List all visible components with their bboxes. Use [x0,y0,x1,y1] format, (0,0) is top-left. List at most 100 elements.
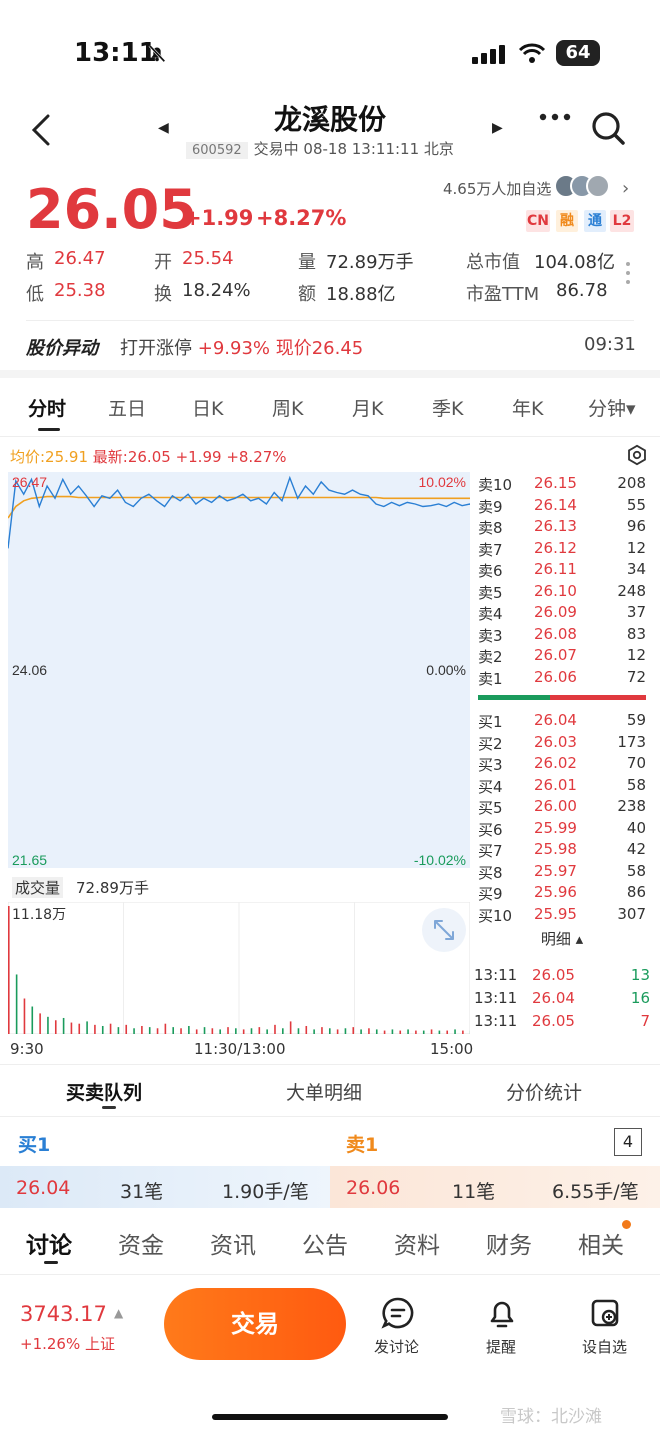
level-label: 买9 [478,885,503,903]
discuss-icon[interactable] [381,1296,415,1330]
level-price: 26.12 [534,538,577,557]
order-book-row[interactable]: 买3 26.02 70 [478,754,648,775]
chart-tab[interactable]: 分钟▾ [588,394,636,421]
badge-l2[interactable]: L2 [610,210,634,232]
queue-tab[interactable]: 买卖队列 [66,1078,142,1105]
index-value[interactable]: 3743.17 [20,1302,107,1326]
chart-info: 均价:25.91 最新:26.05 +1.99 +8.27% [10,446,287,467]
level-volume: 173 [617,732,646,751]
level-price: 26.06 [534,667,577,686]
order-book-row[interactable]: 卖7 26.12 12 [478,539,648,560]
time-label-close: 15:00 [430,1040,474,1058]
chevron-right-icon[interactable]: › [622,178,629,199]
order-book-row[interactable]: 买6 25.99 40 [478,819,648,840]
followers-count[interactable]: 4.65万人加自选 [443,178,551,199]
expand-icon[interactable] [422,908,466,952]
level-price: 26.14 [534,495,577,514]
bell-icon[interactable] [485,1296,519,1330]
order-book-row[interactable]: 卖3 26.08 83 [478,625,648,646]
chart-tab[interactable]: 季K [432,394,463,421]
index-change[interactable]: +1.26% 上证 [20,1333,115,1354]
level-price: 26.11 [534,560,577,578]
badge-connect[interactable]: 通 [584,210,606,232]
more-vertical-icon[interactable] [626,262,632,289]
order-book-row[interactable]: 买2 26.03 173 [478,733,648,754]
back-icon[interactable] [26,112,56,148]
y-axis-label: 26.47 [12,474,47,490]
level-volume: 238 [617,797,646,815]
volume-bar [172,1027,175,1034]
volume-label: 成交量 [12,877,64,898]
level-label: 卖7 [478,540,503,559]
volume-bar [462,1030,464,1034]
level-price: 26.02 [534,754,577,772]
remind-label[interactable]: 提醒 [486,1336,516,1357]
volume-bar [407,1029,409,1034]
badge-margin[interactable]: 融 [556,210,578,232]
alert-text[interactable]: 打开涨停 +9.93% 现价26.45 [120,334,363,360]
queue-count-button[interactable]: 4 [614,1128,642,1156]
follower-avatars[interactable] [554,174,610,202]
tick-price: 26.04 [532,989,575,1007]
tick-volume: 16 [630,989,650,1007]
order-book-row[interactable]: 卖6 26.11 34 [478,560,648,581]
badge-cn[interactable]: CN [526,210,550,232]
order-book-row[interactable]: 卖1 26.06 72 [478,668,648,689]
more-icon[interactable] [538,112,572,122]
next-stock-button[interactable]: ▶ [492,120,503,136]
level-price: 26.07 [534,646,577,664]
order-book-row[interactable]: 卖8 26.13 96 [478,517,648,538]
order-book-row[interactable]: 买7 25.98 42 [478,840,648,861]
volume-bar [313,1029,315,1034]
queue-tab[interactable]: 大单明细 [286,1078,362,1105]
add-watchlist-icon[interactable] [589,1296,623,1330]
order-book-row[interactable]: 买8 25.97 58 [478,862,648,883]
chart-tab[interactable]: 周K [272,394,303,421]
order-book-row[interactable]: 卖10 26.15 208 [478,474,648,495]
stock-name: 龙溪股份 [273,103,386,136]
content-tab[interactable]: 资讯 [210,1226,256,1260]
order-book-row[interactable]: 买10 25.95 307 [478,905,648,926]
order-book-row[interactable]: 买1 26.04 59 [478,711,648,732]
order-book-row[interactable]: 买5 26.00 238 [478,797,648,818]
order-book-row[interactable]: 买9 25.96 86 [478,883,648,904]
content-tab[interactable]: 资金 [118,1226,164,1260]
queue-tab[interactable]: 分价统计 [506,1078,582,1105]
content-tab[interactable]: 讨论 [26,1226,72,1260]
prev-stock-button[interactable]: ◀ [158,120,169,136]
order-book-row[interactable]: 卖5 26.10 248 [478,582,648,603]
volume-bar [227,1027,229,1034]
volume-bar [94,1024,96,1034]
content-tab[interactable]: 公告 [302,1226,348,1260]
watchlist-label[interactable]: 设自选 [582,1336,627,1357]
order-book-row[interactable]: 买4 26.01 58 [478,776,648,797]
intraday-chart[interactable]: 26.47 24.06 21.65 10.02% 0.00% -10.02% [8,472,470,868]
search-icon[interactable] [590,110,626,146]
chart-tab[interactable]: 日K [192,394,223,421]
home-indicator[interactable] [212,1414,448,1420]
level-price: 26.13 [534,517,577,535]
content-tab[interactable]: 资料 [394,1226,440,1260]
discuss-label[interactable]: 发讨论 [374,1336,419,1357]
chart-tab[interactable]: 分时 [28,394,66,421]
order-book-row[interactable]: 卖4 26.09 37 [478,603,648,624]
level-volume: 55 [626,495,646,514]
volume-chart[interactable] [8,902,470,1034]
chart-tab[interactable]: 月K [352,394,383,421]
quote-label: 换 [154,284,172,305]
trade-button[interactable]: 交易 [164,1288,346,1360]
content-tab[interactable]: 财务 [486,1226,532,1260]
chart-tab[interactable]: 年K [512,394,543,421]
detail-tab[interactable]: 明细 ▴ [472,928,652,949]
volume-bar [344,1028,347,1034]
order-book-row[interactable]: 卖2 26.07 12 [478,646,648,667]
volume-bar [446,1030,449,1034]
volume-bar [156,1028,159,1034]
chart-tab[interactable]: 五日 [108,394,146,421]
alert-prefix: 打开涨停 [120,338,192,359]
volume-bar [141,1025,143,1034]
content-tab[interactable]: 相关 [578,1226,624,1260]
settings-icon[interactable] [626,444,648,466]
order-book-row[interactable]: 卖9 26.14 55 [478,496,648,517]
quote-label: 低 [26,284,44,305]
